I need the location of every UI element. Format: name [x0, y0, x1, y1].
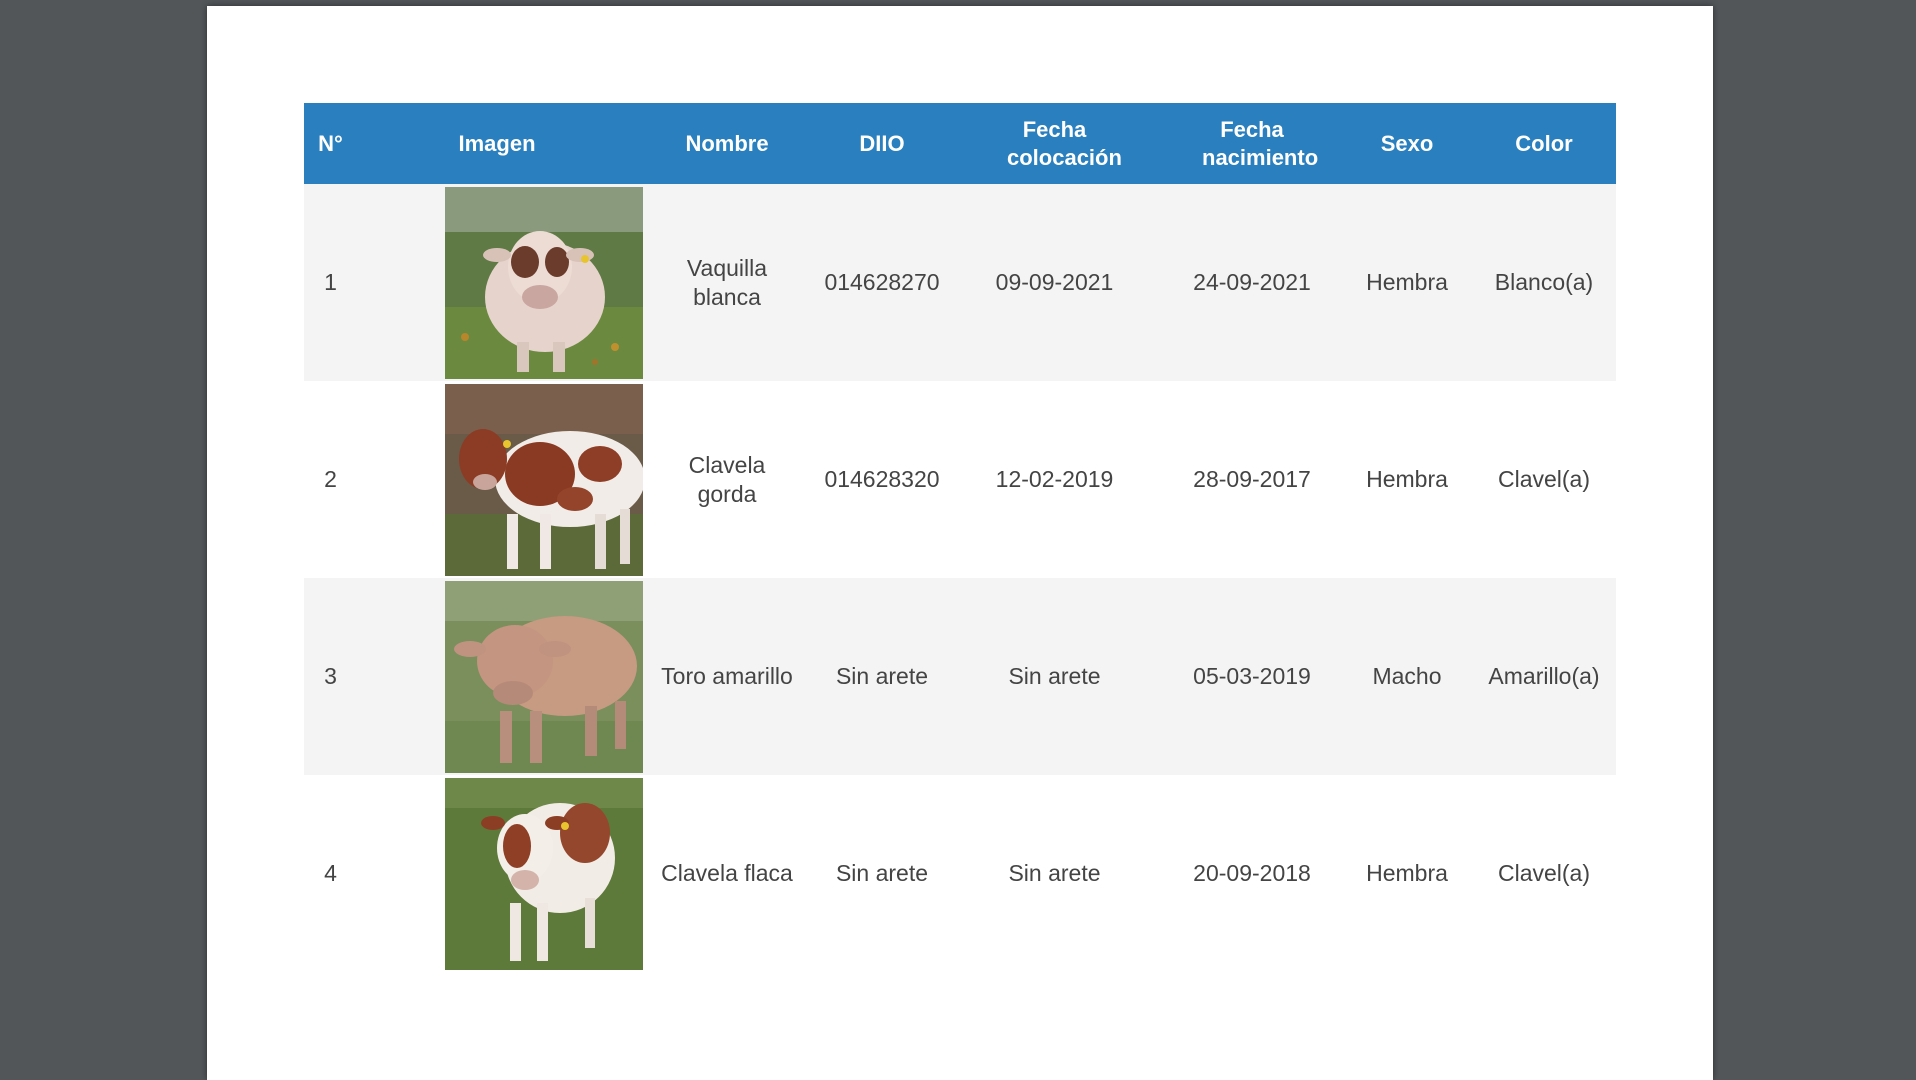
table-body: 1 Vaquilla blanca 014628270 09-09-2021 2… [304, 184, 1616, 972]
cell-num: 1 [304, 184, 357, 381]
header-birth-date: Fecha nacimiento [1162, 103, 1342, 184]
cell-diio: 014628270 [817, 184, 947, 381]
table-row: 4 Clavela flaca Sin arete Sin arete 20-0… [304, 775, 1616, 972]
cell-diio: Sin arete [817, 775, 947, 972]
cell-name: Clavela flaca [637, 775, 817, 972]
cell-birth-date: 28-09-2017 [1162, 381, 1342, 578]
cell-color: Clavel(a) [1472, 775, 1616, 972]
cow-photo [445, 383, 643, 576]
cell-image [357, 578, 643, 775]
cell-sex: Hembra [1342, 184, 1472, 381]
header-sex: Sexo [1342, 103, 1472, 184]
header-color: Color [1472, 103, 1616, 184]
cell-color: Amarillo(a) [1472, 578, 1616, 775]
cell-diio: Sin arete [817, 578, 947, 775]
cow-photo [445, 186, 643, 379]
cell-tag-date: 12-02-2019 [947, 381, 1162, 578]
cell-color: Blanco(a) [1472, 184, 1616, 381]
header-row: N° Imagen Nombre DIIO Fecha colocación F… [304, 103, 1616, 184]
livestock-table: N° Imagen Nombre DIIO Fecha colocación F… [304, 103, 1616, 972]
cell-tag-date: Sin arete [947, 578, 1162, 775]
cell-sex: Hembra [1342, 775, 1472, 972]
cell-color: Clavel(a) [1472, 381, 1616, 578]
cell-birth-date: 05-03-2019 [1162, 578, 1342, 775]
table-row: 3 Toro amarillo Sin arete Sin arete 05-0… [304, 578, 1616, 775]
cow-photo [445, 777, 643, 970]
cell-num: 4 [304, 775, 357, 972]
cell-num: 3 [304, 578, 357, 775]
cell-image [357, 184, 643, 381]
header-image: Imagen [357, 103, 637, 184]
bull-photo [445, 580, 643, 773]
cell-image [357, 775, 643, 972]
table-header: N° Imagen Nombre DIIO Fecha colocación F… [304, 103, 1616, 184]
cell-name: Clavela gorda [637, 381, 817, 578]
table-row: 1 Vaquilla blanca 014628270 09-09-2021 2… [304, 184, 1616, 381]
cell-birth-date: 20-09-2018 [1162, 775, 1342, 972]
header-diio: DIIO [817, 103, 947, 184]
cell-name: Toro amarillo [637, 578, 817, 775]
cell-name: Vaquilla blanca [637, 184, 817, 381]
cell-sex: Macho [1342, 578, 1472, 775]
cell-image [357, 381, 643, 578]
header-num: N° [304, 103, 357, 184]
cell-tag-date: Sin arete [947, 775, 1162, 972]
cell-sex: Hembra [1342, 381, 1472, 578]
cell-birth-date: 24-09-2021 [1162, 184, 1342, 381]
cell-num: 2 [304, 381, 357, 578]
cell-tag-date: 09-09-2021 [947, 184, 1162, 381]
document-page: N° Imagen Nombre DIIO Fecha colocación F… [207, 6, 1713, 1080]
header-name: Nombre [637, 103, 817, 184]
table-row: 2 Clavela gorda 014628320 12-02-2019 28-… [304, 381, 1616, 578]
cell-diio: 014628320 [817, 381, 947, 578]
header-tag-date: Fecha colocación [947, 103, 1162, 184]
